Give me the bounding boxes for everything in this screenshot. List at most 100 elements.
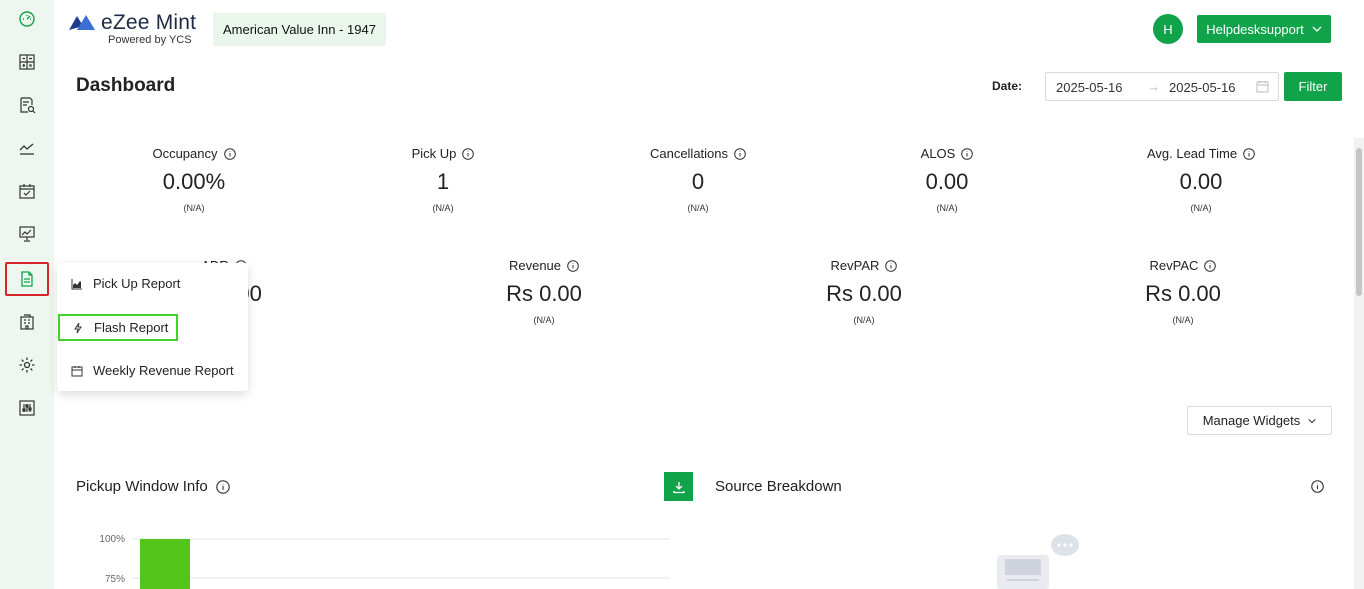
info-icon[interactable] [885,259,898,272]
info-icon[interactable] [223,147,236,160]
kpi-value: Rs 0.00 [1145,281,1221,306]
start-date[interactable]: 2025-05-16 [1056,80,1123,95]
lightning-icon [74,322,82,333]
page-title: Dashboard [76,75,176,96]
logo-mark-icon [69,15,95,30]
area-chart-icon [71,278,82,289]
info-icon[interactable] [734,147,746,160]
sidebar-item-calendar-check[interactable] [6,174,48,208]
menu-item-label: Weekly Revenue Report [93,363,234,378]
calendar-icon [71,365,83,376]
sidebar-item-reports[interactable] [5,262,49,296]
sidebar-item-sliders[interactable] [6,391,48,425]
kpi-value: 0.00 [925,169,969,194]
top-bar: eZee Mint Powered by YCS American Value … [54,0,1364,60]
chart-bar[interactable] [140,539,190,589]
app-logo[interactable]: eZee Mint Powered by YCS [67,10,202,50]
section-title-text: Pickup Window Info [76,478,208,495]
info-icon[interactable] [567,259,579,272]
filter-button[interactable]: Filter [1284,72,1342,101]
hotel-selector[interactable]: American Value Inn - 1947 [213,13,386,46]
info-icon[interactable] [1311,480,1324,493]
kpi-alos: ALOS 0.00 (N/A) [847,146,1047,213]
info-icon[interactable] [462,147,475,160]
user-name: Helpdesksupport [1206,21,1304,37]
gear-icon [19,357,35,373]
kpi-occupancy: Occupancy 0.00% (N/A) [94,146,294,213]
kpi-sub: (N/A) [183,203,205,213]
kpi-revpar: RevPAR Rs 0.00 (N/A) [764,258,964,325]
info-icon[interactable] [1243,147,1255,160]
avatar[interactable]: H [1153,14,1183,44]
sidebar-item-building[interactable] [6,305,48,339]
kpi-sub: (N/A) [533,315,555,325]
document-report-icon [21,271,33,287]
menu-item-label: Pick Up Report [93,276,181,291]
sidebar-item-presentation[interactable] [6,217,48,251]
kpi-sub: (N/A) [1190,203,1212,213]
kpi-revpac: RevPAC Rs 0.00 (N/A) [1083,258,1283,325]
kpi-label: ALOS [920,146,956,161]
kpi-label: Avg. Lead Time [1146,146,1238,161]
kpi-sub: (N/A) [936,203,958,213]
chevron-down-icon [1308,418,1316,423]
end-date[interactable]: 2025-05-16 [1169,80,1236,95]
info-icon[interactable] [961,147,974,160]
date-range-picker[interactable]: 2025-05-16 → 2025-05-16 [1045,72,1279,101]
download-button[interactable] [664,472,693,501]
manage-widgets-button[interactable]: Manage Widgets [1187,406,1332,435]
logo-subtitle: Powered by YCS [108,34,192,46]
building-icon [20,314,34,330]
sidebar-item-dashboard[interactable] [6,2,48,36]
calculator-icon [19,54,35,70]
user-menu-button[interactable]: Helpdesksupport [1197,15,1331,43]
section-title-text: Source Breakdown [715,478,842,495]
kpi-sub: (N/A) [687,203,709,213]
info-icon[interactable] [215,479,230,494]
kpi-pick-up: Pick Up 1 (N/A) [343,146,543,213]
sidebar-item-settings[interactable] [6,348,48,382]
calendar-icon [1256,81,1269,93]
kpi-label: Cancellations [649,146,729,161]
chevron-down-icon [1312,26,1322,32]
kpi-label: Revenue [508,258,562,273]
kpi-value: 0 [691,169,705,194]
scrollbar[interactable] [1354,138,1364,589]
pickup-window-chart: 100% 75% [99,534,670,589]
empty-state-illustration [997,534,1079,589]
menu-item-label: Flash Report [94,320,169,335]
menu-item-flash-report[interactable]: Flash Report [58,314,179,341]
date-label: Date: [992,79,1023,93]
kpi-label: RevPAR [830,258,880,273]
kpi-value: 1 [436,169,450,194]
kpi-avg-lead-time: Avg. Lead Time 0.00 (N/A) [1101,146,1301,213]
manage-widgets-label: Manage Widgets [1202,413,1301,428]
reports-menu: Pick Up Report Flash Report Weekly Reven… [57,263,248,391]
kpi-label: Pick Up [411,146,457,161]
y-tick-label: 75% [105,574,125,585]
sidebar-item-line-chart[interactable] [6,131,48,165]
dashboard-gauge-icon [19,11,35,27]
source-breakdown-title: Source Breakdown [715,478,842,495]
logo-name: eZee Mint [101,11,197,34]
kpi-value: Rs 0.00 [826,281,902,306]
pickup-window-title: Pickup Window Info [76,478,230,495]
menu-item-pick-up-report[interactable]: Pick Up Report [71,276,180,291]
sliders-icon [19,400,35,416]
line-chart-icon [19,143,34,155]
y-tick-label: 100% [99,534,125,545]
kpi-sub: (N/A) [853,315,875,325]
kpi-label: RevPAC [1149,258,1199,273]
download-icon [672,481,685,493]
kpi-cancellations: Cancellations 0 (N/A) [598,146,798,213]
menu-item-weekly-revenue-report[interactable]: Weekly Revenue Report [71,363,234,378]
report-search-icon [20,97,36,114]
calendar-check-icon [19,184,35,199]
kpi-sub: (N/A) [1172,315,1194,325]
kpi-value: 0.00 [1179,169,1223,194]
scrollbar-thumb[interactable] [1356,148,1362,296]
sidebar-item-report-search[interactable] [6,88,48,122]
kpi-label: Occupancy [152,146,218,161]
info-icon[interactable] [1204,259,1217,272]
sidebar-item-calculator[interactable] [6,45,48,79]
